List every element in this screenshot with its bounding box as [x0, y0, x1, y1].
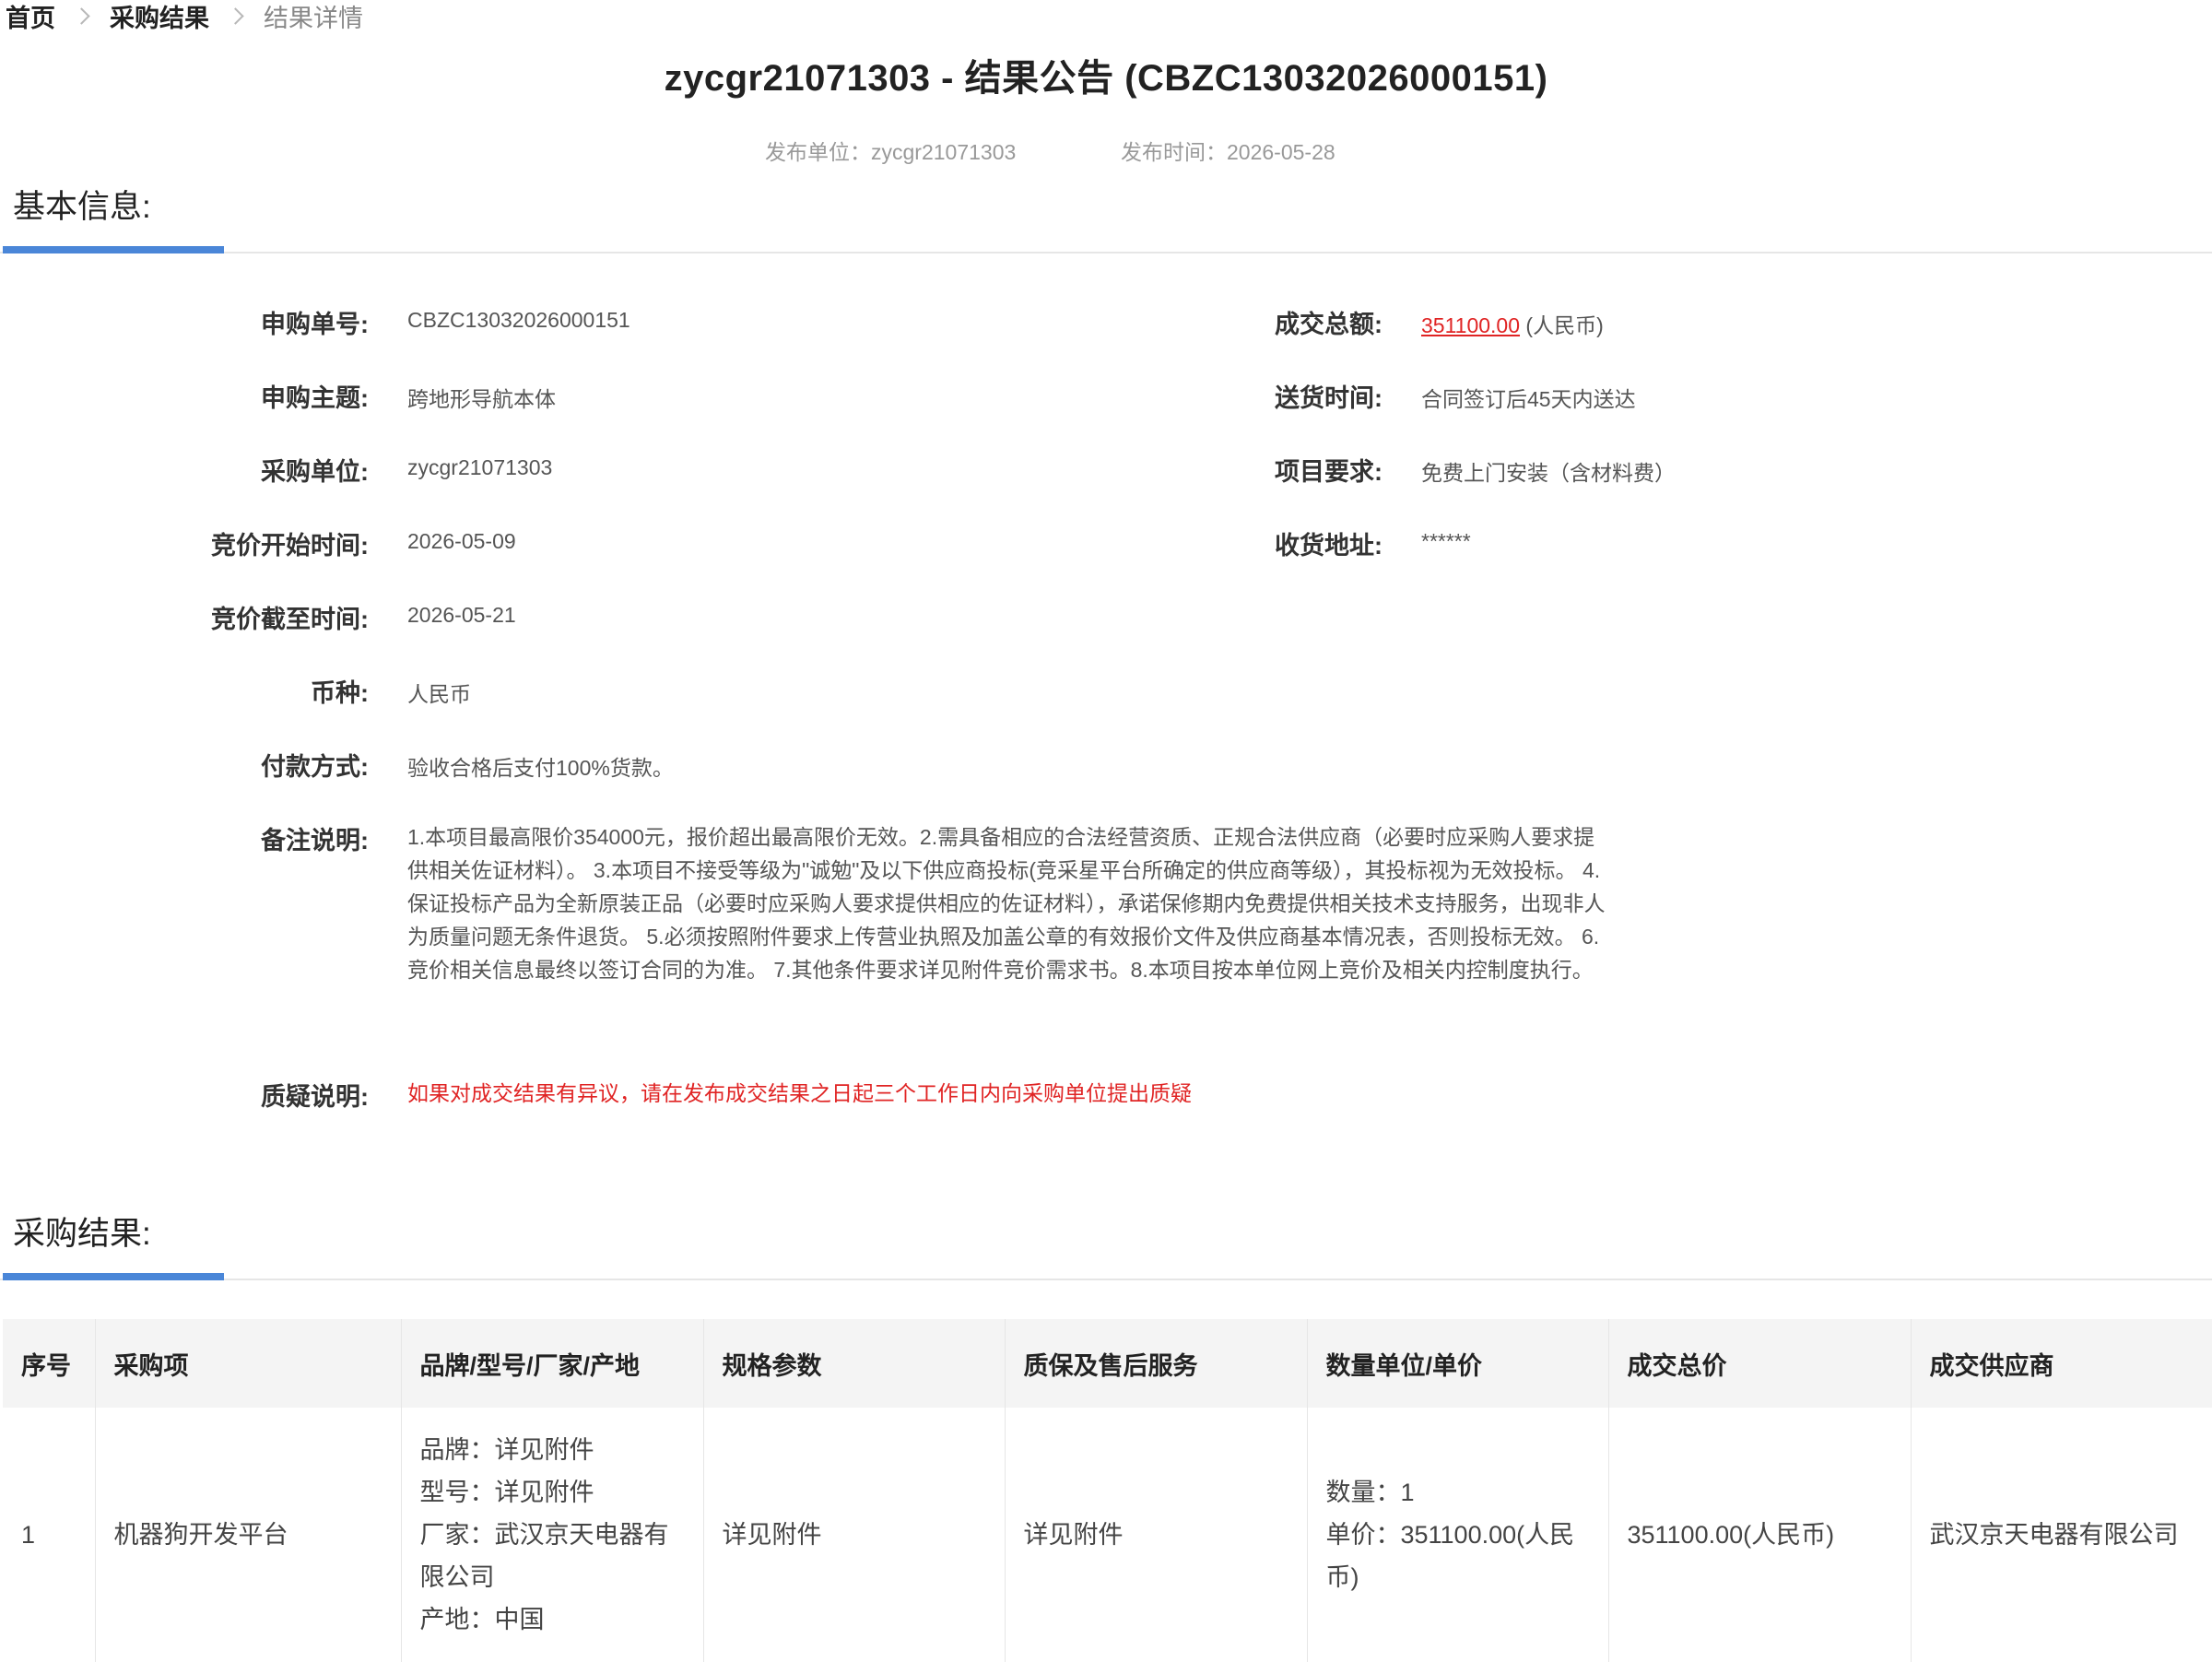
- breadcrumb: 首页 采购结果 结果详情: [6, 0, 363, 34]
- results-table: 序号 采购项 品牌/型号/厂家/产地 规格参数 质保及售后服务 数量单位/单价 …: [3, 1319, 2212, 1662]
- total-amount-link[interactable]: 351100.00: [1421, 313, 1520, 337]
- publisher-info: 发布单位：zycgr21071303: [765, 140, 1017, 164]
- bid-start-value: 2026-05-09: [407, 529, 516, 553]
- total-value-group: 351100.00 (人民币): [1421, 308, 1604, 339]
- buyer-label: 采购单位:: [261, 458, 369, 486]
- row-model: 型号：详见附件: [419, 1479, 594, 1506]
- buyer-value: zycgr21071303: [407, 455, 553, 479]
- section-divider: [0, 1279, 2212, 1280]
- column-header: 成交供应商: [1910, 1319, 2212, 1408]
- table-row: 1 机器狗开发平台 品牌：详见附件 型号：详见附件 厂家：武汉京天电器有限公司 …: [3, 1408, 2212, 1662]
- row-no: 1: [21, 1521, 36, 1549]
- publish-time: 发布时间：2026-05-28: [1121, 140, 1335, 164]
- row-brand: 品牌：详见附件: [419, 1436, 594, 1464]
- order-no-label: 申购单号:: [261, 311, 369, 338]
- order-no-value: CBZC13032026000151: [407, 308, 630, 332]
- objection-label: 质疑说明:: [261, 1083, 369, 1111]
- column-header: 品牌/型号/厂家/产地: [400, 1319, 703, 1408]
- row-brand-info: 品牌：详见附件 型号：详见附件 厂家：武汉京天电器有限公司 产地：中国: [400, 1408, 703, 1662]
- requirement-label: 项目要求:: [1275, 458, 1382, 486]
- breadcrumb-results-link[interactable]: 采购结果: [110, 0, 209, 34]
- remark-value: 1.本项目最高限价354000元，报价超出最高限价无效。2.需具备相应的合法经营…: [407, 825, 1606, 982]
- delivery-label: 送货时间:: [1275, 384, 1382, 412]
- bid-start-label: 竞价开始时间:: [211, 532, 369, 560]
- row-item: 机器狗开发平台: [94, 1408, 401, 1662]
- subject-value: 跨地形导航本体: [407, 387, 556, 411]
- total-label: 成交总额:: [1275, 311, 1382, 338]
- breadcrumb-current: 结果详情: [264, 4, 363, 32]
- chevron-right-icon: [227, 6, 244, 25]
- bid-end-value: 2026-05-21: [407, 603, 516, 627]
- column-header: 采购项: [94, 1319, 401, 1408]
- row-spec: 详见附件: [702, 1408, 1005, 1662]
- address-value: ******: [1421, 529, 1471, 553]
- bid-end-label: 竞价截至时间:: [211, 606, 369, 633]
- chevron-right-icon: [73, 6, 90, 25]
- objection-value: 如果对成交结果有异议，请在发布成交结果之日起三个工作日内向采购单位提出质疑: [407, 1081, 1192, 1105]
- column-header: 成交总价: [1607, 1319, 1911, 1408]
- currency-value: 人民币: [407, 682, 471, 706]
- breadcrumb-home-link[interactable]: 首页: [6, 0, 55, 34]
- row-supplier: 武汉京天电器有限公司: [1910, 1408, 2212, 1662]
- row-unit-price: 单价：351100.00(人民币): [1325, 1521, 1575, 1591]
- payment-label: 付款方式:: [261, 753, 369, 781]
- column-header: 质保及售后服务: [1004, 1319, 1307, 1408]
- row-quantity: 数量：1: [1325, 1479, 1415, 1506]
- results-heading: 采购结果:: [13, 1216, 151, 1252]
- row-origin: 产地：中国: [419, 1606, 545, 1633]
- payment-value: 验收合格后支付100%货款。: [407, 756, 674, 780]
- table-header-row: 序号 采购项 品牌/型号/厂家/产地 规格参数 质保及售后服务 数量单位/单价 …: [3, 1319, 2212, 1408]
- page-title: zycgr21071303 - 结果公告 (CBZC13032026000151…: [664, 58, 1548, 99]
- row-maker: 厂家：武汉京天电器有限公司: [419, 1521, 669, 1591]
- row-total: 351100.00(人民币): [1607, 1408, 1911, 1662]
- column-header: 数量单位/单价: [1306, 1319, 1608, 1408]
- total-unit: (人民币): [1525, 313, 1604, 337]
- delivery-value: 合同签订后45天内送达: [1421, 387, 1636, 411]
- address-label: 收货地址:: [1275, 532, 1382, 560]
- section-accent-bar: [3, 246, 224, 253]
- row-quantity-price: 数量：1 单价：351100.00(人民币): [1306, 1408, 1608, 1662]
- subject-label: 申购主题:: [261, 384, 369, 412]
- section-divider: [0, 252, 2212, 253]
- section-accent-bar: [3, 1273, 224, 1280]
- currency-label: 币种:: [311, 679, 369, 707]
- column-header: 规格参数: [702, 1319, 1005, 1408]
- requirement-value: 免费上门安装（含材料费）: [1421, 461, 1676, 485]
- remark-label: 备注说明:: [261, 827, 369, 855]
- basic-info-heading: 基本信息:: [13, 189, 151, 225]
- row-warranty: 详见附件: [1004, 1408, 1307, 1662]
- column-header: 序号: [3, 1319, 95, 1408]
